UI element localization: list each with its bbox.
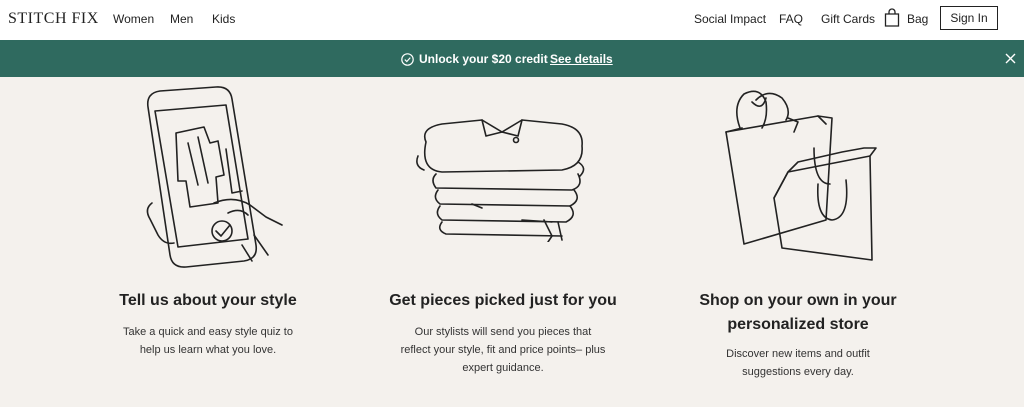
nav-link-kids[interactable]: Kids xyxy=(212,12,235,26)
step-description: Our stylists will send you pieces that r… xyxy=(400,326,606,374)
shopping-bags-illustration xyxy=(725,90,877,261)
step-description: Discover new items and outfit suggestion… xyxy=(726,348,870,378)
nav-link-men[interactable]: Men xyxy=(170,12,193,26)
step-title: Get pieces picked just for you xyxy=(389,292,617,309)
step-personalized-store: Shop on your own in your personalized st… xyxy=(648,289,948,381)
stitch-fix-logo[interactable]: STITCH FIX xyxy=(8,10,99,28)
see-details-link[interactable]: See details xyxy=(550,52,613,66)
check-circle-icon xyxy=(401,53,414,66)
step-description: Take a quick and easy style quiz to help… xyxy=(123,326,293,356)
step-title: Shop on your own in your personalized st… xyxy=(699,292,897,333)
folded-clothes-stack-illustration xyxy=(416,119,585,242)
nav-link-gift-cards[interactable]: Gift Cards xyxy=(821,12,875,26)
nav-link-social-impact[interactable]: Social Impact xyxy=(694,12,766,26)
bag-link[interactable]: Bag xyxy=(907,12,928,26)
shopping-bag-icon[interactable] xyxy=(884,8,900,27)
promo-text: Unlock your $20 credit xyxy=(419,52,548,66)
promo-banner: Unlock your $20 credit See details xyxy=(0,40,1024,77)
phone-style-quiz-illustration xyxy=(146,86,283,268)
close-icon[interactable] xyxy=(1005,53,1016,64)
step-title: Tell us about your style xyxy=(119,292,297,309)
step-style-quiz: Tell us about your style Take a quick an… xyxy=(58,289,358,359)
sign-in-button[interactable]: Sign In xyxy=(940,6,998,30)
nav-link-faq[interactable]: FAQ xyxy=(779,12,803,26)
step-pieces-picked: Get pieces picked just for you Our styli… xyxy=(353,289,653,377)
nav-link-women[interactable]: Women xyxy=(113,12,154,26)
top-navigation: STITCH FIX Women Men Kids Social Impact … xyxy=(0,0,1024,40)
